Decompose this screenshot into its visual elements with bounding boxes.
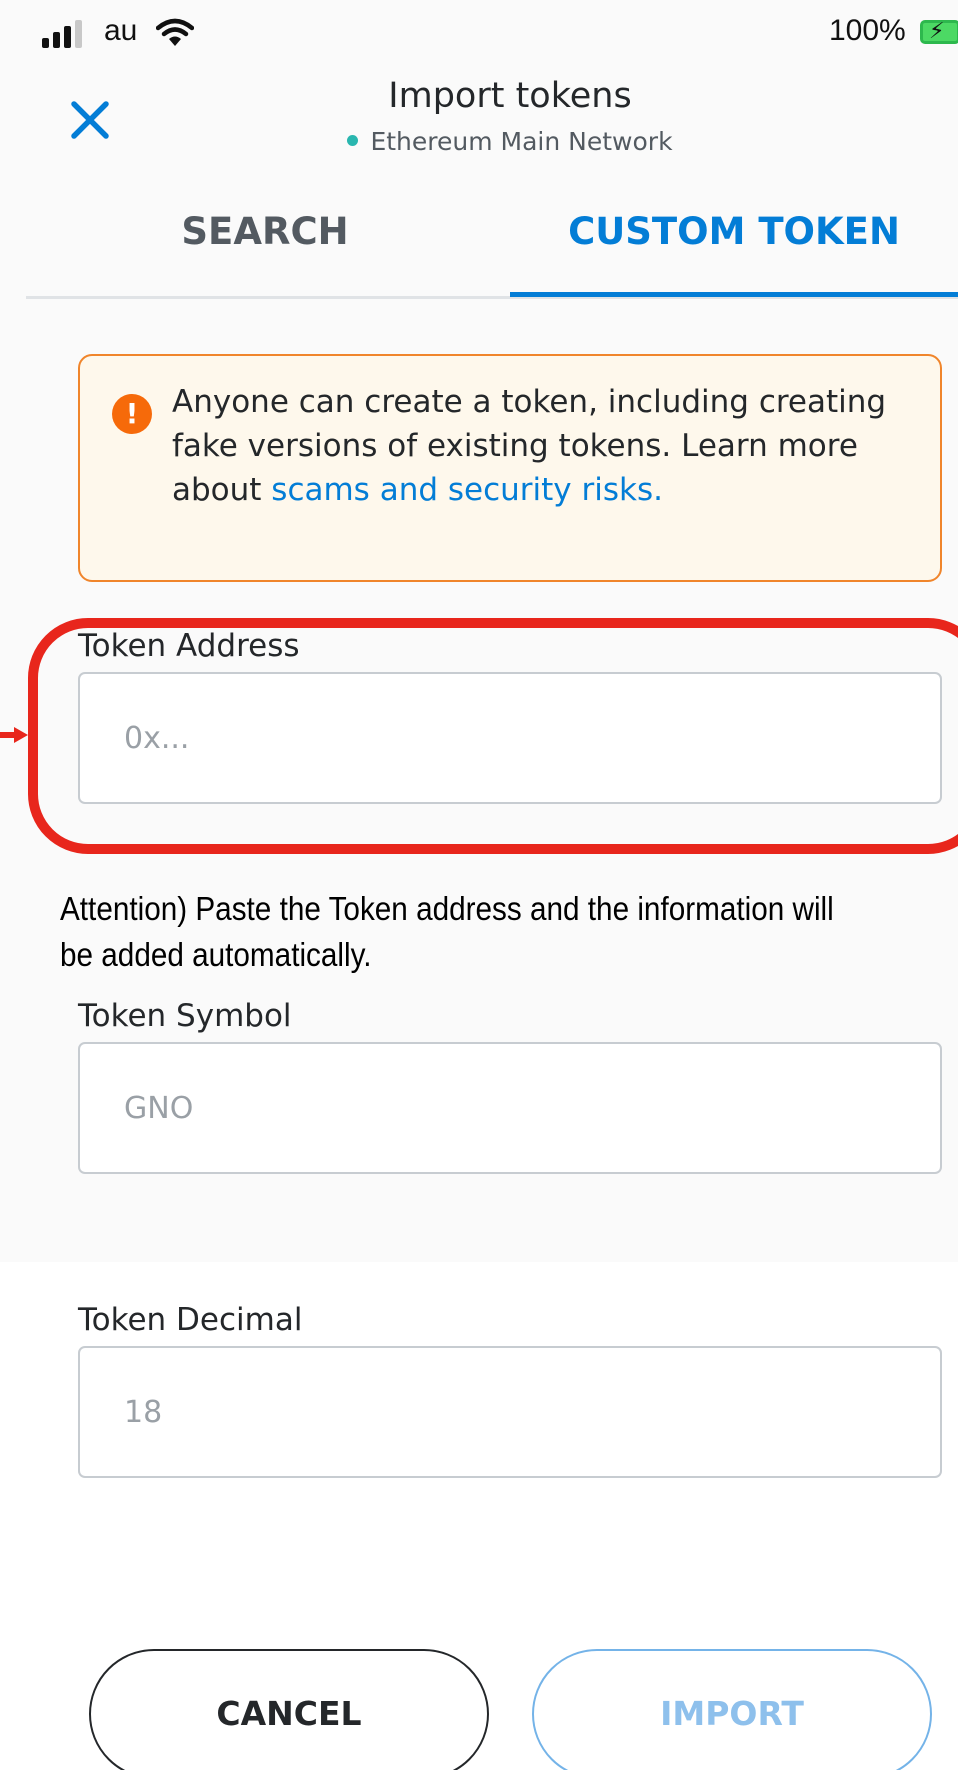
arrow-pointer-icon [0,727,28,743]
battery-charging-icon: ⚡ [920,19,958,44]
wifi-icon [156,18,194,46]
import-tokens-screen: au 100% ⚡ Import tokens Ethereum Main Ne… [0,0,958,1770]
battery-percentage: 100% [829,14,906,47]
scams-security-link[interactable]: scams and security risks. [271,472,663,508]
warning-banner: ! Anyone can create a token, including c… [78,354,942,582]
network-indicator: Ethereum Main Network [300,127,720,156]
network-name: Ethereum Main Network [370,127,673,156]
tab-custom-token[interactable]: CUSTOM TOKEN [510,210,958,253]
close-icon[interactable] [66,96,114,144]
status-bar: au 100% ⚡ [0,0,958,70]
import-button[interactable]: IMPORT [532,1649,932,1770]
page-title: Import tokens [388,76,632,116]
token-decimal-input[interactable] [78,1346,942,1478]
network-status-dot [347,134,359,146]
attention-note: Attention) Paste the Token address and t… [60,890,834,973]
exclamation-icon: ! [112,394,152,434]
carrier-name: au [104,14,138,47]
token-symbol-input[interactable] [78,1042,942,1174]
warning-text: Anyone can create a token, including cre… [172,380,912,512]
tab-search[interactable]: SEARCH [100,210,430,253]
active-tab-indicator [510,292,958,297]
token-symbol-label: Token Symbol [78,998,292,1034]
signal-icon [42,18,86,48]
highlight-frame [28,618,958,854]
cancel-button[interactable]: CANCEL [89,1649,489,1770]
token-decimal-label: Token Decimal [78,1302,303,1338]
